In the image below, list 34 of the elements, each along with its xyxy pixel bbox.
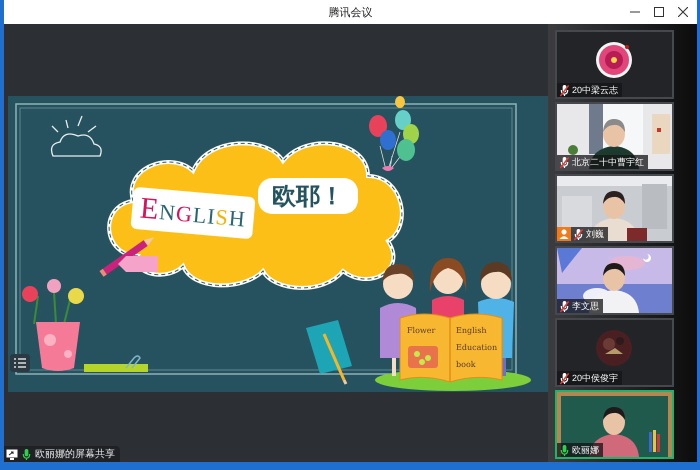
video-tile[interactable]: 欧丽娜	[557, 392, 672, 457]
sun-drawing	[50, 115, 102, 157]
menu-icon[interactable]	[10, 354, 30, 372]
video-tile[interactable]: 20中侯俊宇	[557, 320, 672, 385]
greeting-label: 欧耶！	[258, 178, 358, 214]
book-page-text: English	[456, 326, 486, 335]
muted-mic-icon[interactable]	[559, 300, 570, 312]
muted-mic-icon[interactable]	[559, 372, 570, 384]
video-tile[interactable]: 北京二十中曹宇红	[557, 104, 672, 169]
book-page-text: book	[456, 360, 476, 369]
paperclip-icon	[125, 355, 141, 368]
close-icon	[678, 7, 688, 17]
muted-mic-icon[interactable]	[559, 84, 570, 96]
tag-drawing	[118, 256, 158, 272]
participant-name: 刘巍	[586, 228, 604, 240]
book-page-text: Flower	[407, 326, 436, 335]
participant-name: 20中侯俊宇	[572, 372, 618, 384]
video-tile[interactable]: 20中梁云志	[557, 32, 672, 97]
book-page-text: Education	[456, 343, 498, 352]
muted-mic-icon[interactable]	[559, 156, 570, 168]
video-tile[interactable]: 刘巍	[557, 176, 672, 241]
mic-icon[interactable]	[21, 448, 32, 460]
share-label: 欧丽娜的屏幕共享	[35, 448, 115, 461]
participant-name: 北京二十中曹宇红	[572, 156, 644, 168]
maximize-icon	[654, 7, 664, 17]
ruler-drawing	[84, 364, 148, 372]
notebook-drawing	[306, 320, 352, 385]
window-title: 腾讯会议	[328, 6, 372, 20]
video-tile[interactable]: 李文思	[557, 248, 672, 313]
participant-name: 20中梁云志	[572, 84, 618, 96]
participant-name: 李文思	[572, 300, 599, 312]
participant-name: 欧丽娜	[572, 444, 599, 456]
mic-icon[interactable]	[559, 444, 570, 456]
muted-mic-icon[interactable]	[573, 228, 584, 240]
